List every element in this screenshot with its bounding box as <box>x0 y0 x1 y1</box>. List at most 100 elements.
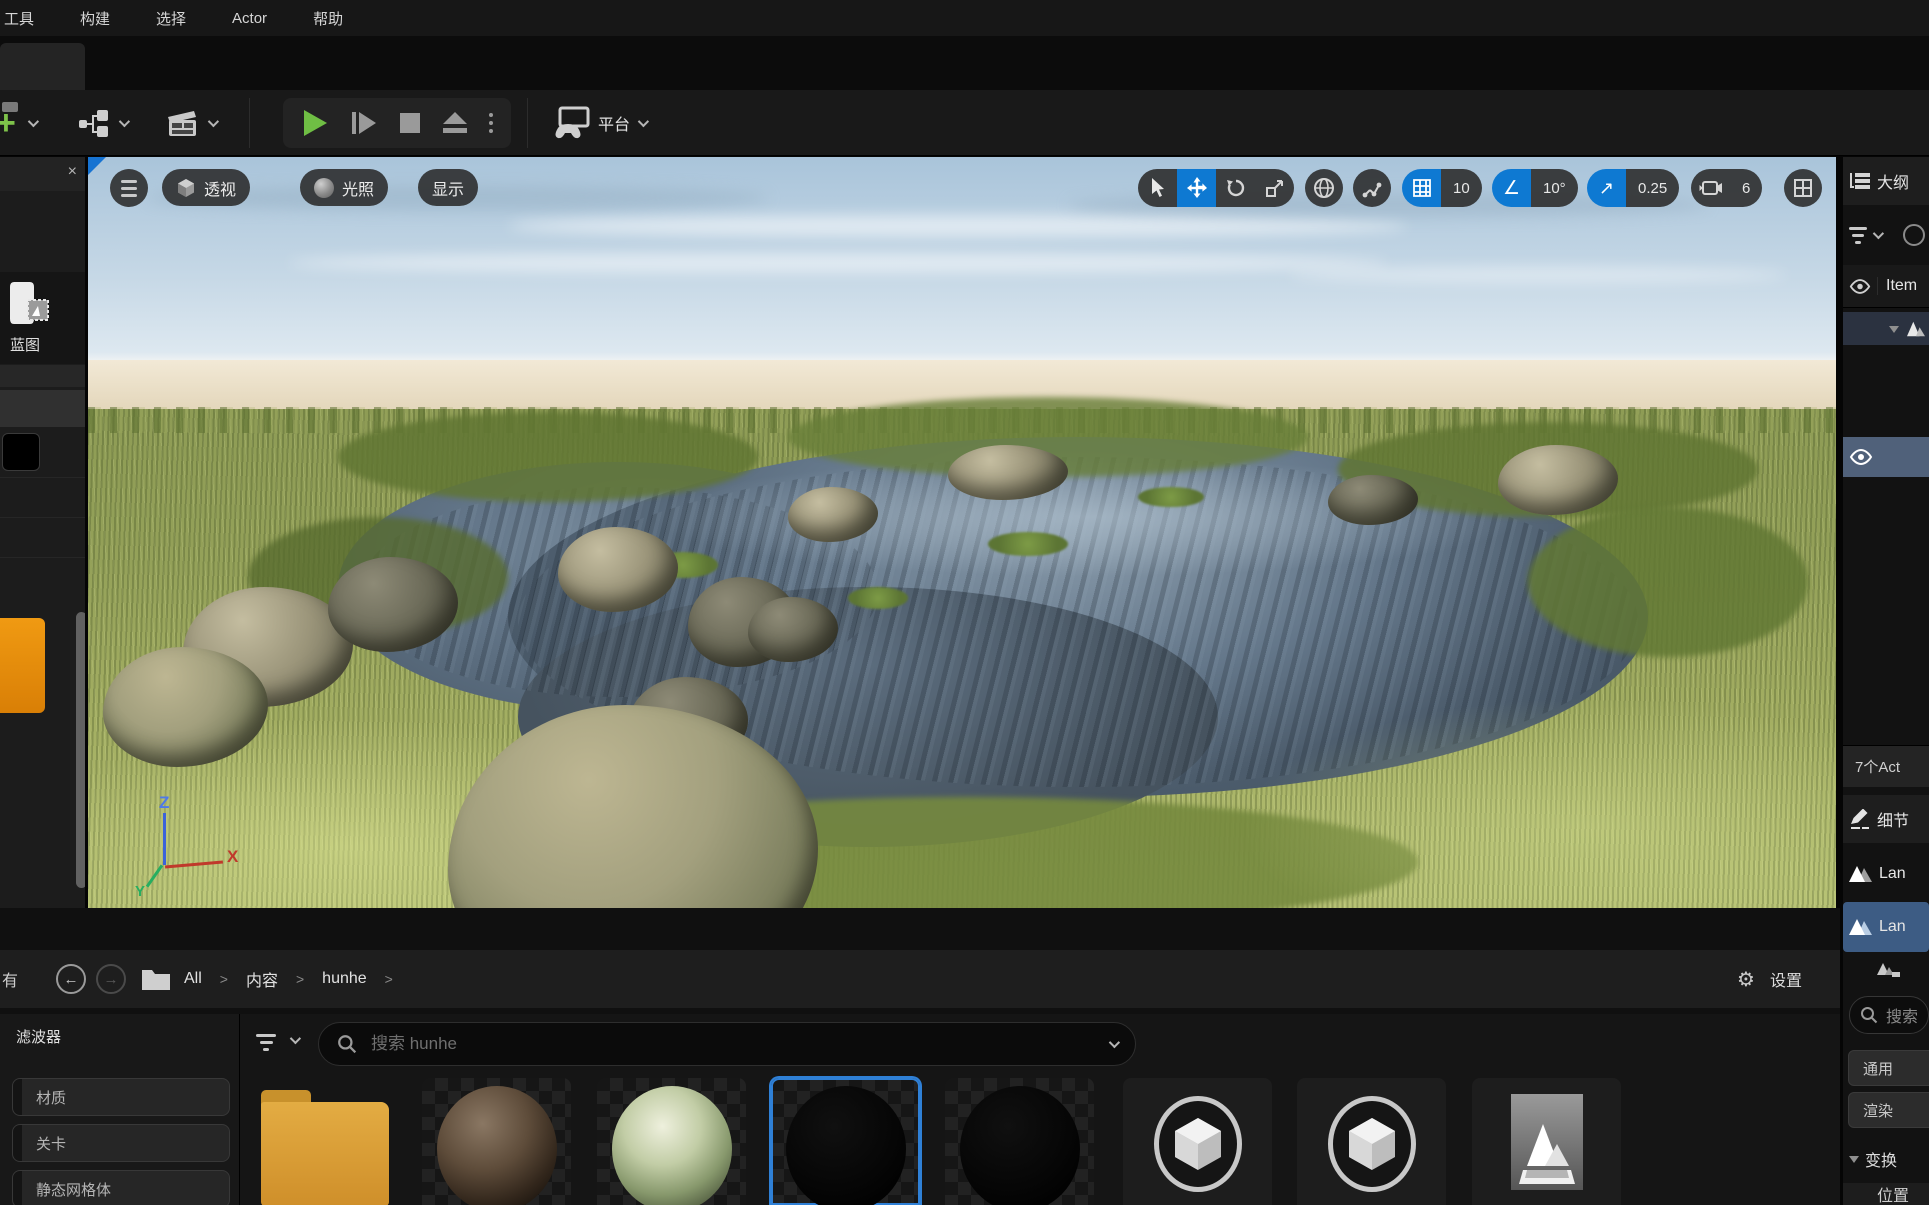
grid-snap-control[interactable]: 10 <box>1402 169 1482 207</box>
details-search-input[interactable]: 搜索 <box>1849 996 1929 1034</box>
category-button-rendering[interactable]: 渲染 <box>1848 1092 1929 1128</box>
cinematics-button[interactable] <box>164 102 216 144</box>
breadcrumb-crumb[interactable]: 内容 <box>246 967 278 991</box>
content-search-box[interactable] <box>318 1022 1136 1066</box>
placeable-item-thumbnail[interactable] <box>2 433 40 471</box>
filter-icon[interactable] <box>1849 227 1867 244</box>
scale-icon <box>1265 178 1285 198</box>
perspective-cube-icon <box>176 178 196 198</box>
outliner-row-expanded[interactable] <box>1843 312 1929 345</box>
show-button[interactable]: 显示 <box>418 169 478 206</box>
breadcrumb-crumb[interactable]: hunhe <box>322 970 367 988</box>
divider <box>0 557 85 558</box>
add-actor-button[interactable]: + <box>0 102 36 144</box>
outliner-row-selected[interactable] <box>1843 437 1929 477</box>
gear-icon[interactable]: ⚙ <box>1737 967 1755 992</box>
breadcrumb-root[interactable]: All <box>184 970 202 988</box>
menu-item-help[interactable]: 帮助 <box>313 8 343 29</box>
menu-item-tools[interactable]: 工具 <box>4 8 34 29</box>
asset-tile-material-black[interactable] <box>945 1078 1094 1205</box>
category-row[interactable] <box>0 365 85 387</box>
eject-button[interactable] <box>442 111 468 135</box>
rotation-snap-control[interactable]: ∠ 10° <box>1492 169 1578 207</box>
asset-tile-landscape[interactable] <box>1472 1078 1621 1205</box>
actor-name: Lan <box>1879 918 1906 936</box>
content-search-input[interactable] <box>369 1033 1097 1055</box>
chevron-down-icon[interactable] <box>290 1033 301 1044</box>
left-panel-scrollbar[interactable] <box>76 612 85 888</box>
chevron-down-icon <box>28 116 39 127</box>
scale-snap-control[interactable]: ↗ 0.25 <box>1587 169 1679 207</box>
menu-item-select[interactable]: 选择 <box>156 8 186 29</box>
level-viewport[interactable]: Z X Y 透视 光照 显示 <box>88 157 1836 908</box>
chevron-down-icon[interactable] <box>1109 1037 1120 1048</box>
play-options-button[interactable] <box>489 113 493 133</box>
lit-mode-button[interactable]: 光照 <box>300 169 388 206</box>
asset-tile-folder[interactable] <box>250 1078 399 1205</box>
expand-arrow-icon[interactable] <box>1889 326 1899 338</box>
menu-item-actor[interactable]: Actor <box>232 10 267 27</box>
viewport-options-button[interactable] <box>110 169 148 207</box>
folder-asset-icon <box>261 1090 389 1205</box>
toolbar-separator <box>249 98 250 148</box>
category-button-general[interactable]: 通用 <box>1848 1050 1929 1086</box>
blueprints-button[interactable] <box>77 102 127 144</box>
filter-chip-material[interactable]: 材质 <box>12 1078 230 1116</box>
category-row-highlight[interactable] <box>0 390 85 427</box>
platforms-label: 平台 <box>598 111 630 135</box>
visibility-column-icon[interactable] <box>1849 279 1871 294</box>
scale-tool-button[interactable] <box>1255 169 1294 207</box>
play-button[interactable] <box>301 108 329 138</box>
outliner-tab[interactable]: 大纲 <box>1843 157 1929 205</box>
forward-button[interactable]: → <box>96 964 126 994</box>
details-actor-row[interactable]: Lan <box>1843 850 1929 898</box>
stop-button[interactable] <box>399 112 421 134</box>
search-icon[interactable] <box>1903 224 1925 246</box>
chip-label: 材质 <box>36 1087 66 1108</box>
frame-skip-button[interactable] <box>350 110 378 136</box>
surface-snapping-button[interactable] <box>1353 169 1391 207</box>
platforms-button[interactable]: 平台 <box>552 102 646 144</box>
material-sphere-icon <box>437 1086 557 1205</box>
actor-count-bar: 7个Act <box>1843 745 1929 787</box>
cloud <box>508 215 1408 237</box>
viewport-layout-button[interactable] <box>1784 169 1822 207</box>
asset-editor-tab[interactable] <box>0 43 85 90</box>
item-column-label[interactable]: Item <box>1877 277 1917 295</box>
close-icon[interactable]: × <box>68 163 77 181</box>
blueprint-category-label: 蓝图 <box>0 334 50 355</box>
perspective-button[interactable]: 透视 <box>162 169 250 206</box>
chevron-down-icon[interactable] <box>1873 228 1884 239</box>
asset-tile-material-green[interactable] <box>597 1078 746 1205</box>
details-tab[interactable]: 细节 <box>1843 795 1929 843</box>
asset-tile-material-black[interactable] <box>771 1078 920 1205</box>
asset-tile-mesh[interactable] <box>1297 1078 1446 1205</box>
component-row[interactable] <box>1843 952 1929 988</box>
select-tool-button[interactable] <box>1138 169 1177 207</box>
rotate-tool-button[interactable] <box>1216 169 1255 207</box>
asset-tile-material-brown[interactable] <box>422 1078 571 1205</box>
water-plants <box>848 587 908 609</box>
water-plants <box>1138 487 1204 507</box>
settings-button[interactable]: 设置 <box>1770 967 1802 991</box>
filter-chip-staticmesh[interactable]: 静态网格体 <box>12 1170 230 1205</box>
divider <box>0 477 85 478</box>
filter-chip-level[interactable]: 关卡 <box>12 1124 230 1162</box>
world-space-button[interactable] <box>1305 169 1343 207</box>
camera-speed-control[interactable]: 6 <box>1691 169 1762 207</box>
details-actor-row-selected[interactable]: Lan <box>1843 902 1929 952</box>
rotate-icon <box>1226 178 1246 198</box>
breadcrumb-prefix: 有 <box>2 967 22 991</box>
location-property-row[interactable]: 位置 <box>1843 1183 1929 1205</box>
back-button[interactable]: ← <box>56 964 86 994</box>
category-blueprint-tile[interactable]: 蓝图 <box>0 272 85 364</box>
filter-icon[interactable] <box>256 1034 276 1051</box>
transform-section-header[interactable]: 变换 <box>1843 1140 1929 1178</box>
asset-tile-mesh[interactable] <box>1123 1078 1272 1205</box>
move-tool-button[interactable] <box>1177 169 1216 207</box>
details-pencil-icon <box>1849 809 1871 829</box>
outliner-icon <box>1849 172 1871 190</box>
eye-icon[interactable] <box>1849 449 1873 465</box>
selected-orange-tile[interactable] <box>0 618 45 713</box>
menu-item-build[interactable]: 构建 <box>80 8 110 29</box>
